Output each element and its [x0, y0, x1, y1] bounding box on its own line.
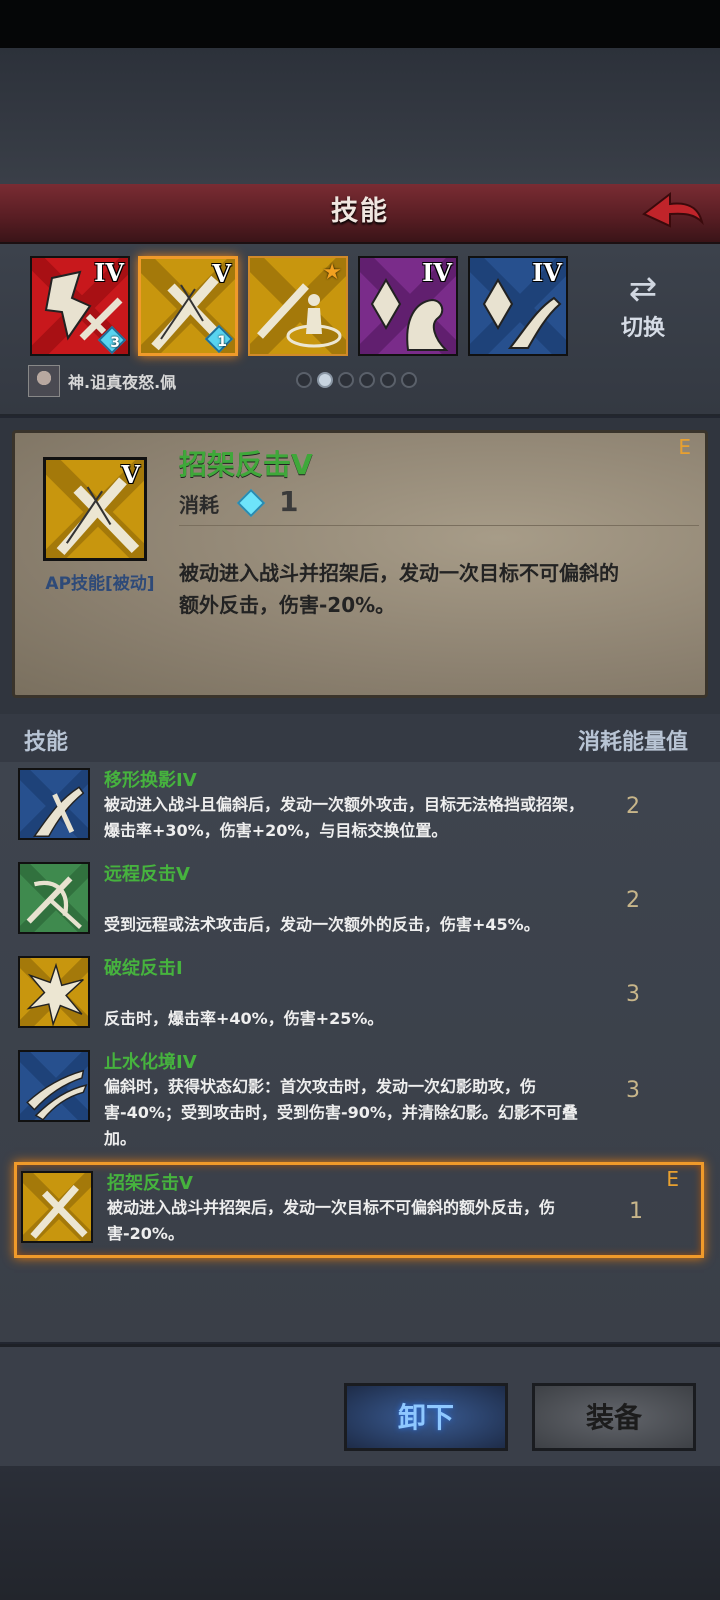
skill-detail-section: E V AP技能[被动] 招架反击V 消耗 1 被动进入战斗并招架后，发动一次目…: [0, 418, 720, 714]
skill-description: 被动进入战斗且偏斜后，发动一次额外攻击，目标无法格挡或招架，爆击率+30%，伤害…: [104, 795, 585, 840]
equipped-skills-panel: IV 3 V 1 ★ IV IV ⇄ 切换 神.诅真夜怒.佩: [0, 244, 720, 416]
skill-icon-green: [18, 862, 90, 934]
page-dot-active[interactable]: [317, 372, 333, 388]
skill-icon-gold: [21, 1171, 93, 1243]
page-dot[interactable]: [380, 372, 396, 388]
character-portrait: [28, 365, 60, 397]
skill-description: 受到远程或法术攻击后，发动一次额外的反击，伤害+45%。: [104, 915, 540, 934]
character-name: 神.诅真夜怒.佩: [68, 373, 177, 392]
energy-gem-icon: [236, 488, 266, 518]
detail-icon-rank: V: [121, 460, 140, 489]
slot-gem-count: 1: [217, 334, 227, 350]
skill-description: 被动进入战斗并招架后，发动一次目标不可偏斜的额外反击，伤害-20%。: [107, 1198, 556, 1243]
slot-rank: IV: [532, 258, 562, 287]
background-bottom: [0, 1466, 720, 1600]
list-item[interactable]: 移形换影IV 被动进入战斗且偏斜后，发动一次额外攻击，目标无法格挡或招架，爆击率…: [14, 766, 704, 854]
detail-skill-name: 招架反击V: [179, 448, 313, 481]
skill-slot-4[interactable]: IV: [358, 256, 458, 356]
page-dot[interactable]: [359, 372, 375, 388]
title-bar: 技能: [0, 184, 720, 244]
unequip-button[interactable]: 卸下: [344, 1383, 508, 1451]
switch-label: 切换: [620, 316, 665, 341]
column-cost: 消耗能量值: [577, 730, 688, 755]
page-indicator: [296, 372, 417, 388]
status-bar: [0, 0, 720, 48]
equip-button[interactable]: 装备: [532, 1383, 696, 1451]
character-info[interactable]: 神.诅真夜怒.佩: [28, 364, 176, 398]
page-dot[interactable]: [338, 372, 354, 388]
skill-name: 止水化境IV: [104, 1052, 197, 1073]
skill-list-header: 技能 消耗能量值: [0, 714, 720, 762]
skill-icon-blue: [18, 768, 90, 840]
list-item[interactable]: 止水化境IV 偏斜时，获得状态幻影：首次攻击时，发动一次幻影助攻，伤害-40%；…: [14, 1048, 704, 1160]
swap-arrows-icon: ⇄: [628, 269, 658, 309]
skill-name: 破绽反击I: [104, 958, 183, 979]
detail-skill-icon: V: [43, 457, 147, 561]
skill-icon-blue: [18, 1050, 90, 1122]
page-dot[interactable]: [296, 372, 312, 388]
detail-description: 被动进入战斗并招架后，发动一次目标不可偏斜的额外反击，伤害-20%。: [179, 561, 619, 617]
cost-label: 消耗: [179, 493, 219, 517]
skill-cost: 2: [626, 794, 640, 819]
page-title: 技能: [331, 196, 389, 227]
slot-gem-count: 3: [110, 335, 120, 351]
divider: [179, 525, 699, 526]
star-icon: ★: [322, 260, 342, 285]
action-bar: 卸下 装备: [0, 1344, 720, 1466]
slot-rank: IV: [94, 258, 124, 287]
list-item-selected[interactable]: E 招架反击V 被动进入战斗并招架后，发动一次目标不可偏斜的额外反击，伤害-20…: [14, 1162, 704, 1258]
switch-button[interactable]: ⇄ 切换: [608, 268, 678, 348]
skill-description: 反击时，爆击率+40%，伤害+25%。: [104, 1009, 384, 1028]
list-item[interactable]: 破绽反击I 反击时，爆击率+40%，伤害+25%。 3: [14, 954, 704, 1042]
skill-detail-card: E V AP技能[被动] 招架反击V 消耗 1 被动进入战斗并招架后，发动一次目…: [12, 430, 708, 698]
skill-slot-1[interactable]: IV 3: [30, 256, 130, 356]
skill-name: 招架反击V: [107, 1173, 193, 1194]
skill-list[interactable]: 移形换影IV 被动进入战斗且偏斜后，发动一次额外攻击，目标无法格挡或招架，爆击率…: [0, 762, 720, 1342]
page-dot[interactable]: [401, 372, 417, 388]
skill-cost: 1: [629, 1199, 643, 1224]
skill-name: 远程反击V: [104, 864, 190, 885]
slot-rank: IV: [422, 258, 452, 287]
skill-slot-2[interactable]: V 1: [138, 256, 238, 356]
column-skill: 技能: [24, 730, 69, 755]
skill-cost: 3: [626, 982, 640, 1007]
skill-icon-gold: [18, 956, 90, 1028]
skill-type-label: AP技能[被动]: [45, 574, 155, 594]
background-top: [0, 48, 720, 184]
list-item[interactable]: 远程反击V 受到远程或法术攻击后，发动一次额外的反击，伤害+45%。 2: [14, 860, 704, 948]
skill-rank-letter: E: [666, 1167, 679, 1191]
cost-value: 1: [279, 485, 299, 518]
skill-cost: 2: [626, 888, 640, 913]
skill-slot-3[interactable]: ★: [248, 256, 348, 356]
skill-description: 偏斜时，获得状态幻影：首次攻击时，发动一次幻影助攻，伤害-40%；受到攻击时，受…: [104, 1077, 578, 1148]
slot-rank: V: [212, 259, 231, 288]
detail-rank-letter: E: [678, 435, 691, 459]
skill-name: 移形换影IV: [104, 770, 197, 791]
back-arrow-icon[interactable]: [640, 188, 706, 238]
skill-cost: 3: [626, 1078, 640, 1103]
skill-slot-5[interactable]: IV: [468, 256, 568, 356]
